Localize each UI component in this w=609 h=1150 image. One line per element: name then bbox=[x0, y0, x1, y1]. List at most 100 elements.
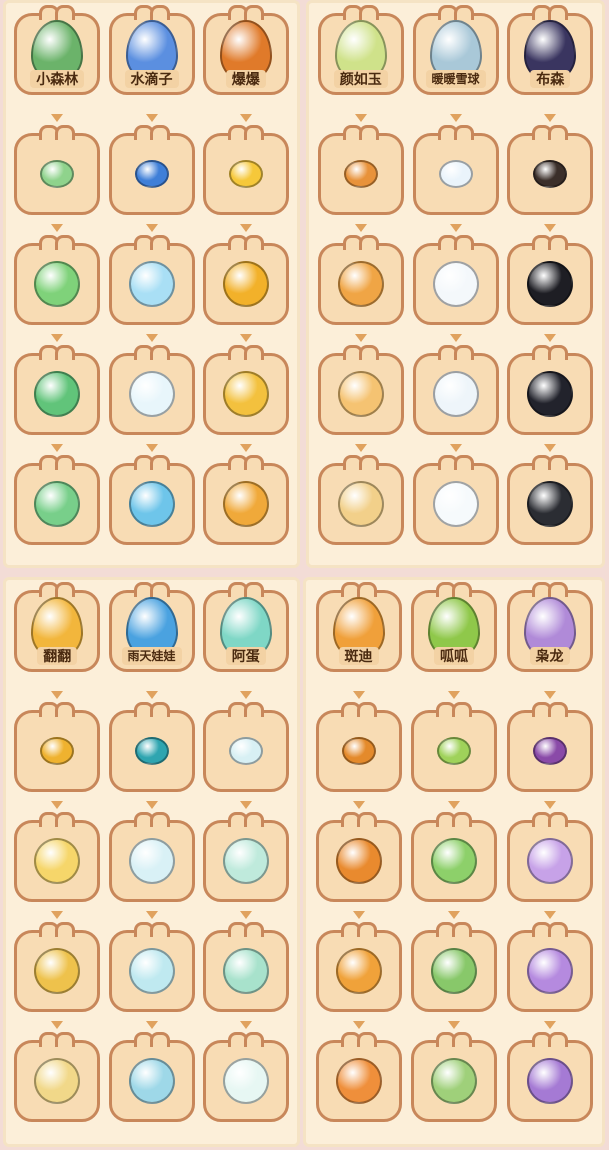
evolution-stage-slot[interactable] bbox=[14, 334, 101, 435]
evolution-panel: 斑迪 呱呱 枭龙 bbox=[303, 577, 605, 1147]
evolution-stage-slot[interactable] bbox=[14, 444, 101, 545]
pet-name-label: 暖暖雪球 bbox=[425, 70, 486, 88]
down-arrow-icon bbox=[449, 334, 462, 342]
evolution-stage-slot[interactable] bbox=[14, 801, 101, 902]
down-arrow-icon bbox=[239, 114, 252, 122]
evolution-stage-slot[interactable] bbox=[315, 911, 402, 1012]
evolution-stage-slot[interactable] bbox=[202, 334, 289, 435]
evolution-stage-slot[interactable] bbox=[14, 224, 101, 325]
evolution-stage-slot[interactable] bbox=[202, 691, 289, 792]
evolution-stage-slot[interactable] bbox=[202, 801, 289, 902]
evolution-stage-slot[interactable] bbox=[108, 114, 195, 215]
down-arrow-icon bbox=[543, 1021, 556, 1029]
evolution-stage-slot[interactable] bbox=[507, 444, 594, 545]
evolution-stage-slot[interactable] bbox=[108, 334, 195, 435]
down-arrow-icon bbox=[354, 114, 367, 122]
egg-slot[interactable]: 爆爆 bbox=[202, 5, 289, 95]
evolution-stage-slot[interactable] bbox=[108, 444, 195, 545]
evolution-stage-slot[interactable] bbox=[14, 1021, 101, 1122]
evolution-stage-slot[interactable] bbox=[317, 114, 404, 215]
evolution-stage-slot[interactable] bbox=[507, 224, 594, 325]
purple-serpent-icon bbox=[526, 948, 573, 994]
down-arrow-icon bbox=[239, 224, 252, 232]
evolution-stage-slot[interactable] bbox=[411, 801, 497, 902]
egg-slot[interactable]: 小森林 bbox=[14, 5, 101, 95]
winged-yellow-dragon-icon bbox=[222, 481, 269, 527]
egg-slot[interactable]: 翻翻 bbox=[14, 582, 101, 672]
evolution-stage-slot[interactable] bbox=[317, 334, 404, 435]
egg-slot[interactable]: 呱呱 bbox=[411, 582, 497, 672]
evolution-panel: 颜如玉 暖暖雪球 布森 bbox=[306, 0, 605, 568]
blue-droplet-icon bbox=[134, 160, 169, 188]
egg-slot[interactable]: 水滴子 bbox=[108, 5, 195, 95]
evolution-stage-slot[interactable] bbox=[202, 444, 289, 545]
evolution-stage-slot[interactable] bbox=[411, 1021, 497, 1122]
evolution-stage-slot[interactable] bbox=[506, 1021, 593, 1122]
down-arrow-icon bbox=[51, 224, 64, 232]
down-arrow-icon bbox=[449, 224, 462, 232]
evolution-stage-slot[interactable] bbox=[315, 801, 402, 902]
evolution-stage-slot[interactable] bbox=[14, 911, 101, 1012]
evolution-stage-slot[interactable] bbox=[412, 444, 499, 545]
evolution-stage-slot[interactable] bbox=[507, 114, 594, 215]
evolution-stage-slot[interactable] bbox=[14, 114, 101, 215]
skeleton-wizard-icon bbox=[527, 481, 574, 527]
down-arrow-icon bbox=[239, 801, 252, 809]
down-arrow-icon bbox=[448, 911, 460, 919]
down-arrow-icon bbox=[354, 444, 367, 452]
purple-dragon-icon bbox=[526, 1058, 573, 1104]
evolution-stage-slot[interactable] bbox=[411, 691, 497, 792]
down-arrow-icon bbox=[239, 444, 252, 452]
white-whale-icon bbox=[128, 261, 175, 307]
evolution-stage-slot[interactable] bbox=[317, 224, 404, 325]
down-arrow-icon bbox=[51, 334, 64, 342]
evolution-stage-slot[interactable] bbox=[108, 691, 195, 792]
down-arrow-icon bbox=[354, 334, 367, 342]
evolution-stage-slot[interactable] bbox=[411, 911, 497, 1012]
pet-name-label: 翻翻 bbox=[37, 647, 78, 665]
egg-slot[interactable]: 暖暖雪球 bbox=[412, 5, 499, 95]
evolution-stage-slot[interactable] bbox=[108, 911, 195, 1012]
closed-book-icon bbox=[343, 160, 378, 188]
egg-slot[interactable]: 阿蛋 bbox=[202, 582, 289, 672]
down-arrow-icon bbox=[543, 911, 556, 919]
egg-slot[interactable]: 枭龙 bbox=[506, 582, 593, 672]
down-arrow-icon bbox=[51, 114, 64, 122]
evolution-stage-slot[interactable] bbox=[412, 334, 499, 435]
evolution-stage-slot[interactable] bbox=[412, 114, 499, 215]
evolution-stage-slot[interactable] bbox=[315, 1021, 402, 1122]
frog-prince-icon bbox=[431, 1058, 477, 1104]
evolution-stage-slot[interactable] bbox=[315, 691, 402, 792]
evolution-stage-slot[interactable] bbox=[506, 911, 593, 1012]
pet-name-label: 水滴子 bbox=[124, 70, 179, 88]
evolution-stage-slot[interactable] bbox=[317, 444, 404, 545]
evolution-stage-slot[interactable] bbox=[14, 691, 101, 792]
skull-witch-hat-icon bbox=[527, 261, 574, 307]
down-arrow-icon bbox=[352, 691, 365, 699]
purple-ghost-icon bbox=[526, 838, 573, 884]
yellow-bee-icon bbox=[34, 838, 81, 884]
evolution-stage-slot[interactable] bbox=[108, 801, 195, 902]
cloud-puff-icon bbox=[228, 737, 263, 765]
evolution-stage-slot[interactable] bbox=[108, 224, 195, 325]
yellow-pebble-icon bbox=[228, 160, 263, 188]
down-arrow-icon bbox=[145, 114, 158, 122]
evolution-stage-slot[interactable] bbox=[202, 114, 289, 215]
evolution-stage-slot[interactable] bbox=[507, 334, 594, 435]
evolution-stage-slot[interactable] bbox=[506, 801, 593, 902]
down-arrow-icon bbox=[145, 801, 158, 809]
purple-sphere-icon bbox=[532, 737, 567, 765]
rabbit-on-cloud-icon bbox=[128, 481, 175, 527]
evolution-stage-slot[interactable] bbox=[108, 1021, 195, 1122]
ghost-witch-icon bbox=[527, 371, 574, 417]
egg-slot[interactable]: 颜如玉 bbox=[317, 5, 404, 95]
evolution-stage-slot[interactable] bbox=[202, 911, 289, 1012]
egg-slot[interactable]: 雨天娃娃 bbox=[108, 582, 195, 672]
egg-slot[interactable]: 斑迪 bbox=[315, 582, 402, 672]
evolution-stage-slot[interactable] bbox=[202, 224, 289, 325]
leaf-seed-icon bbox=[40, 160, 75, 188]
evolution-stage-slot[interactable] bbox=[412, 224, 499, 325]
evolution-stage-slot[interactable] bbox=[506, 691, 593, 792]
evolution-stage-slot[interactable] bbox=[202, 1021, 289, 1122]
egg-slot[interactable]: 布森 bbox=[507, 5, 594, 95]
